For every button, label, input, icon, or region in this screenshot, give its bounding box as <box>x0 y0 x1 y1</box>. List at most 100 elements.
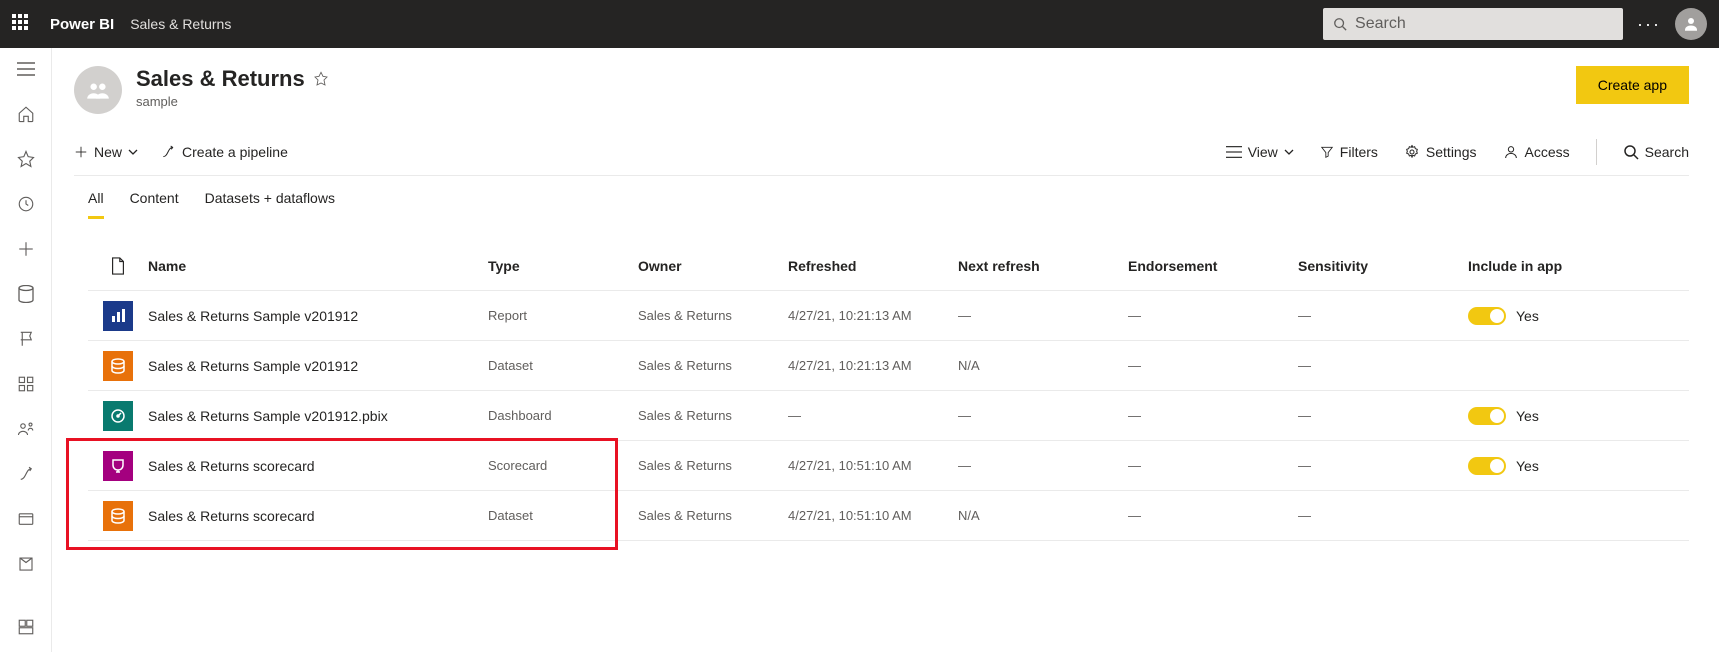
col-name[interactable]: Name <box>148 258 488 274</box>
filters-button[interactable]: Filters <box>1320 144 1378 160</box>
create-app-button[interactable]: Create app <box>1576 66 1689 104</box>
col-sensitivity[interactable]: Sensitivity <box>1298 258 1468 274</box>
item-type-icon <box>103 401 133 431</box>
table-row[interactable]: Sales & Returns Sample v201912DatasetSal… <box>88 341 1689 391</box>
view-label: View <box>1248 144 1278 160</box>
col-next-refresh[interactable]: Next refresh <box>958 258 1128 274</box>
search-label: Search <box>1645 144 1689 160</box>
item-name[interactable]: Sales & Returns scorecard <box>148 458 488 474</box>
col-refreshed[interactable]: Refreshed <box>788 258 958 274</box>
toolbar-divider <box>1596 139 1597 165</box>
item-endorsement: — <box>1128 508 1298 523</box>
item-endorsement: — <box>1128 308 1298 323</box>
include-label: Yes <box>1516 308 1539 324</box>
new-button[interactable]: New <box>74 144 138 160</box>
workspace-switcher-icon[interactable] <box>10 613 42 640</box>
item-type: Dashboard <box>488 408 638 423</box>
include-in-app: Yes <box>1468 307 1598 325</box>
more-options-icon[interactable]: ··· <box>1637 14 1661 35</box>
include-label: Yes <box>1516 408 1539 424</box>
item-owner: Sales & Returns <box>638 408 788 423</box>
col-endorsement[interactable]: Endorsement <box>1128 258 1298 274</box>
tab-datasets[interactable]: Datasets + dataflows <box>205 190 335 219</box>
item-refreshed: — <box>788 408 958 423</box>
item-owner: Sales & Returns <box>638 458 788 473</box>
table-row[interactable]: Sales & Returns Sample v201912.pbixDashb… <box>88 391 1689 441</box>
tab-content[interactable]: Content <box>130 190 179 219</box>
item-sensitivity: — <box>1298 508 1468 523</box>
global-search-input[interactable]: Search <box>1323 8 1623 40</box>
apps-icon[interactable] <box>10 370 42 397</box>
tab-all[interactable]: All <box>88 190 104 219</box>
item-name[interactable]: Sales & Returns scorecard <box>148 508 488 524</box>
workspace-avatar <box>74 66 122 114</box>
search-icon <box>1333 17 1347 31</box>
include-in-app: Yes <box>1468 457 1598 475</box>
pipeline-label: Create a pipeline <box>182 144 288 160</box>
shared-icon[interactable] <box>10 415 42 442</box>
table-row[interactable]: Sales & Returns scorecardScorecardSales … <box>88 441 1689 491</box>
item-next-refresh: — <box>958 308 1128 323</box>
user-avatar[interactable] <box>1675 8 1707 40</box>
create-pipeline-button[interactable]: Create a pipeline <box>160 144 288 160</box>
item-sensitivity: — <box>1298 308 1468 323</box>
learn-icon[interactable] <box>10 505 42 532</box>
breadcrumb[interactable]: Sales & Returns <box>130 16 231 32</box>
col-owner[interactable]: Owner <box>638 258 788 274</box>
workspace-header: Sales & Returns sample Create app <box>74 66 1689 114</box>
premium-icon <box>313 71 329 87</box>
view-button[interactable]: View <box>1226 144 1294 160</box>
item-owner: Sales & Returns <box>638 358 788 373</box>
search-button[interactable]: Search <box>1623 144 1689 160</box>
new-label: New <box>94 144 122 160</box>
app-launcher-icon[interactable] <box>12 14 32 34</box>
item-refreshed: 4/27/21, 10:21:13 AM <box>788 358 958 373</box>
include-in-app: Yes <box>1468 407 1598 425</box>
datasets-icon[interactable] <box>10 281 42 308</box>
chevron-down-icon <box>1284 147 1294 157</box>
item-owner: Sales & Returns <box>638 508 788 523</box>
topbar: Power BI Sales & Returns Search ··· <box>0 0 1719 48</box>
item-next-refresh: — <box>958 458 1128 473</box>
create-icon[interactable] <box>10 236 42 263</box>
col-include[interactable]: Include in app <box>1468 258 1598 274</box>
item-type-icon <box>103 501 133 531</box>
table-row[interactable]: Sales & Returns scorecardDatasetSales & … <box>88 491 1689 541</box>
item-name[interactable]: Sales & Returns Sample v201912 <box>148 308 488 324</box>
item-type: Report <box>488 308 638 323</box>
include-toggle[interactable] <box>1468 457 1506 475</box>
col-icon <box>88 257 148 275</box>
include-label: Yes <box>1516 458 1539 474</box>
workspace-title: Sales & Returns <box>136 66 305 92</box>
item-next-refresh: — <box>958 408 1128 423</box>
recent-icon[interactable] <box>10 191 42 218</box>
col-type[interactable]: Type <box>488 258 638 274</box>
favorites-icon[interactable] <box>10 146 42 173</box>
home-icon[interactable] <box>10 101 42 128</box>
item-refreshed: 4/27/21, 10:51:10 AM <box>788 458 958 473</box>
include-toggle[interactable] <box>1468 407 1506 425</box>
table-row[interactable]: Sales & Returns Sample v201912ReportSale… <box>88 291 1689 341</box>
item-endorsement: — <box>1128 358 1298 373</box>
workspace-content: Sales & Returns sample Create app New <box>52 48 1719 652</box>
item-owner: Sales & Returns <box>638 308 788 323</box>
item-endorsement: — <box>1128 408 1298 423</box>
item-type-icon <box>103 351 133 381</box>
search-placeholder: Search <box>1355 15 1406 33</box>
settings-button[interactable]: Settings <box>1404 144 1477 160</box>
workspaces-icon[interactable] <box>10 550 42 577</box>
item-name[interactable]: Sales & Returns Sample v201912.pbix <box>148 408 488 424</box>
access-button[interactable]: Access <box>1503 144 1570 160</box>
item-name[interactable]: Sales & Returns Sample v201912 <box>148 358 488 374</box>
goals-icon[interactable] <box>10 326 42 353</box>
item-sensitivity: — <box>1298 358 1468 373</box>
nav-collapse-icon[interactable] <box>10 56 42 83</box>
include-toggle[interactable] <box>1468 307 1506 325</box>
pipelines-icon[interactable] <box>10 460 42 487</box>
toolbar: New Create a pipeline View Filters <box>74 128 1689 176</box>
content-table: Name Type Owner Refreshed Next refresh E… <box>88 241 1689 541</box>
brand-label: Power BI <box>50 16 114 33</box>
item-type: Scorecard <box>488 458 638 473</box>
settings-label: Settings <box>1426 144 1477 160</box>
item-sensitivity: — <box>1298 458 1468 473</box>
